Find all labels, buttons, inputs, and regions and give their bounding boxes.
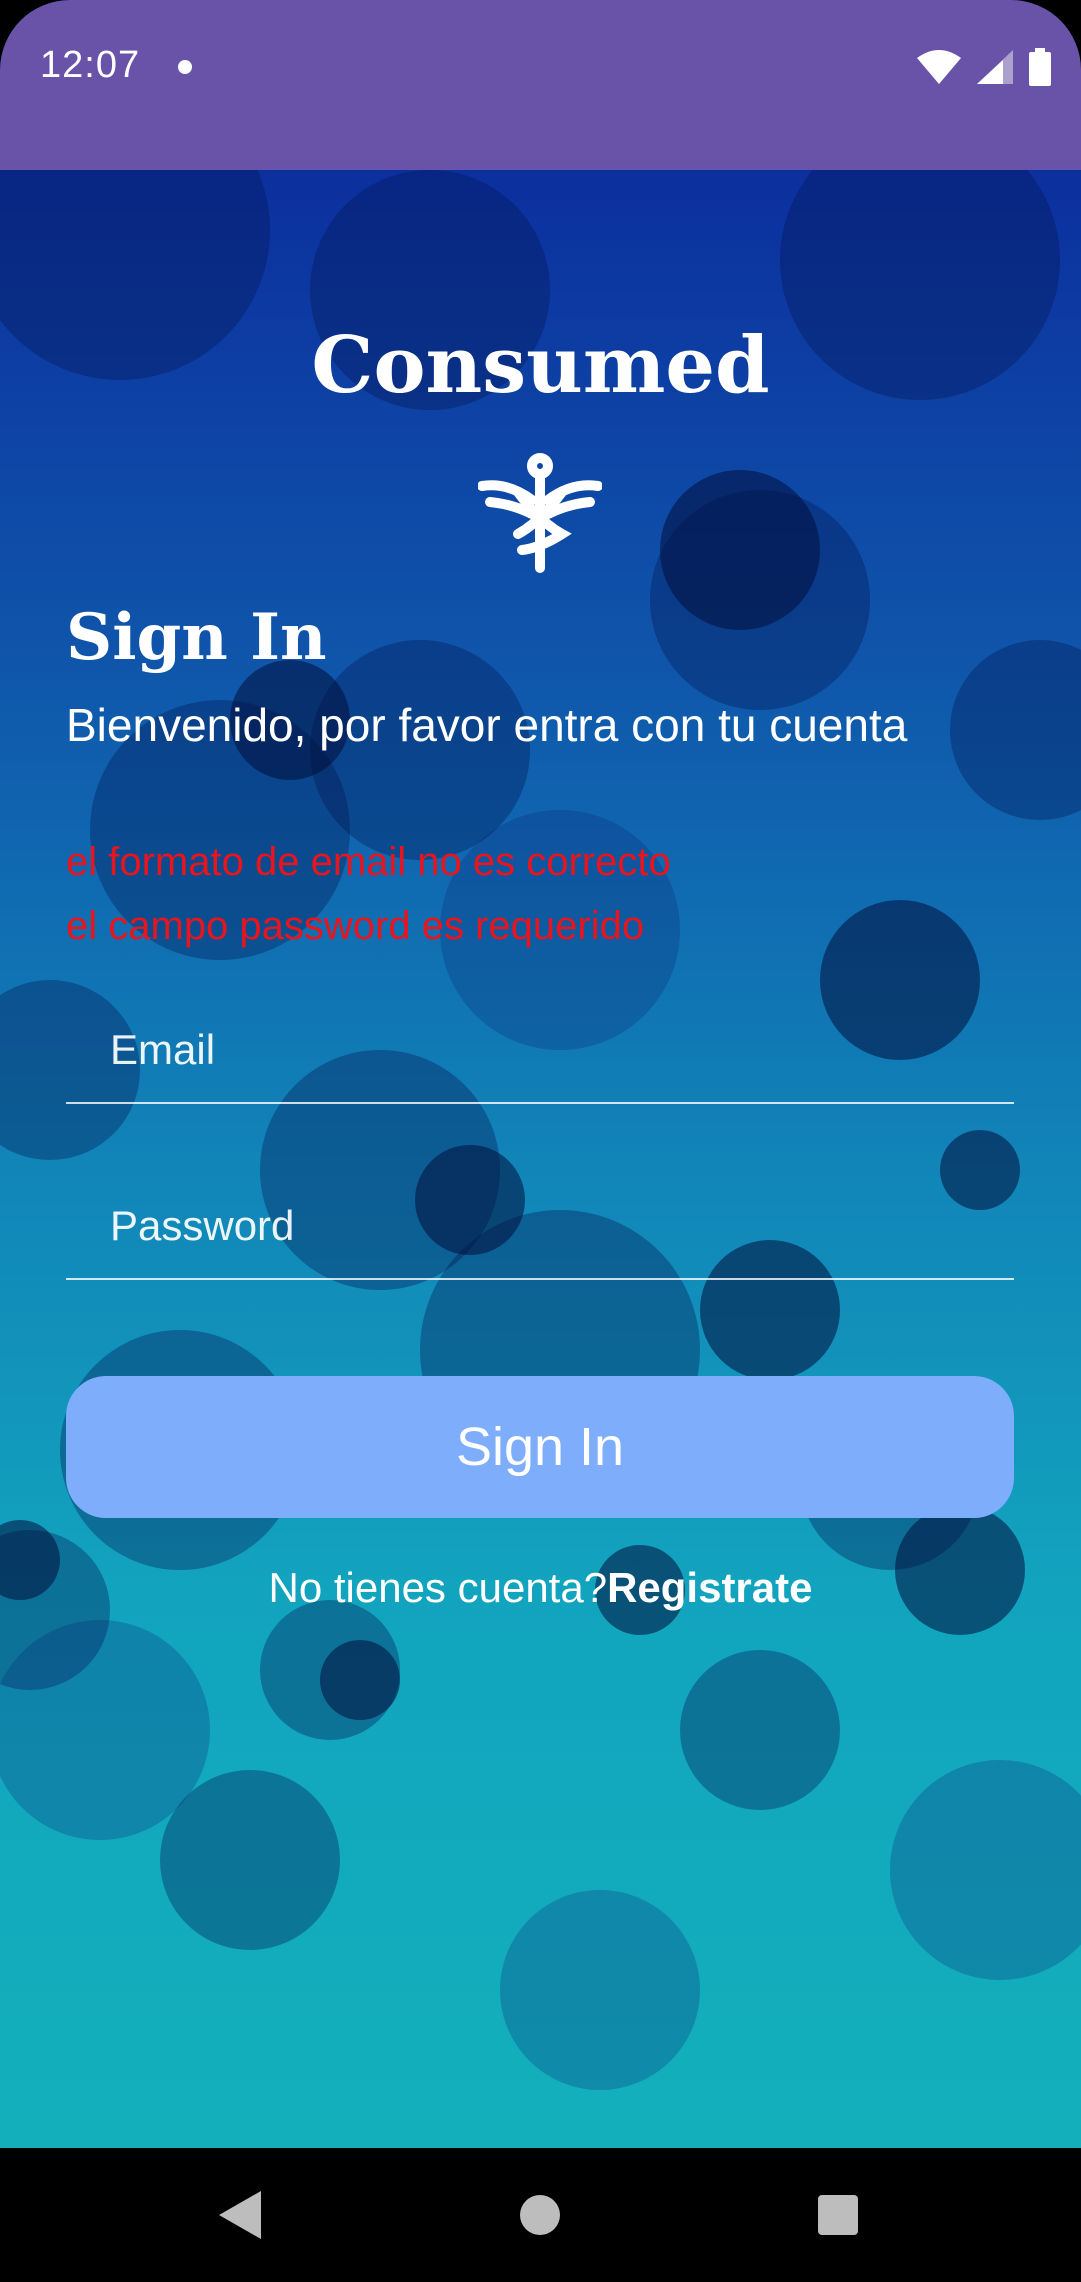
navigation-bar	[0, 2148, 1081, 2282]
email-input[interactable]	[66, 998, 1014, 1104]
status-bar: 12:07	[0, 0, 1081, 170]
password-input[interactable]	[66, 1174, 1014, 1280]
caduceus-icon	[478, 453, 602, 573]
signin-heading: Sign In	[66, 600, 327, 675]
signin-button[interactable]: Sign In	[66, 1376, 1014, 1518]
home-circle-icon	[520, 2195, 560, 2235]
notification-dot-icon	[178, 60, 192, 74]
welcome-subtitle: Bienvenido, por favor entra con tu cuent…	[66, 699, 908, 751]
password-required-error: el campo password es requerido	[66, 904, 645, 948]
recents-square-icon	[818, 2195, 858, 2235]
back-triangle-icon	[219, 2191, 261, 2239]
email-format-error: el formato de email no es correcto	[66, 840, 671, 884]
app-title: Consumed	[311, 320, 770, 411]
signin-screen: Consumed Sign In Bienvenido, por favor e…	[0, 170, 1081, 2148]
recents-button[interactable]	[771, 2148, 905, 2282]
status-icons	[917, 48, 1051, 86]
battery-icon	[1029, 48, 1051, 86]
email-field	[66, 998, 1014, 1108]
register-link[interactable]: Registrate	[607, 1564, 812, 1611]
password-field	[66, 1174, 1014, 1284]
home-button[interactable]	[473, 2148, 607, 2282]
register-row: No tienes cuenta?Registrate	[0, 1564, 1081, 1612]
status-time: 12:07	[40, 44, 141, 86]
signal-icon	[977, 50, 1013, 84]
phone-screen: 12:07 Consumed Sign In Bienvenido, por f…	[0, 0, 1081, 2282]
register-prompt: No tienes cuenta?	[268, 1564, 608, 1611]
back-button[interactable]	[173, 2148, 307, 2282]
wifi-icon	[917, 50, 961, 84]
